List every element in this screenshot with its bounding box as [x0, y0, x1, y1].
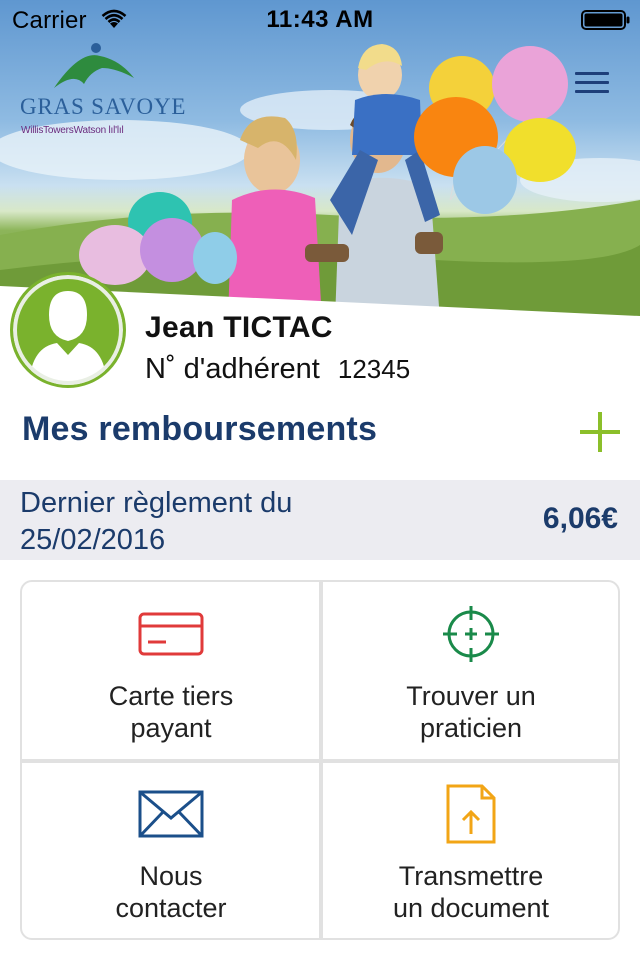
tile-label: Transmettre un document: [392, 861, 550, 923]
avatar[interactable]: [10, 272, 126, 388]
battery-icon: [581, 10, 630, 30]
upload-document-icon: [446, 784, 496, 844]
action-grid: Carte tiers payant Trouver un praticien …: [20, 580, 620, 940]
user-name: Jean TICTAC: [145, 311, 333, 344]
runner-logo-icon: [54, 43, 134, 88]
tile-label: Carte tiers payant: [108, 681, 234, 743]
last-payment-row[interactable]: Dernier règlement du 25/02/2016 6,06€: [0, 480, 640, 560]
hero-banner: Carrier 11:43 AM GRAS SAVOYE WillisTower…: [0, 0, 640, 320]
member-number-label: N˚ d'adhérent: [145, 353, 320, 385]
status-bar: Carrier 11:43 AM: [0, 0, 640, 40]
last-payment-amount: 6,06€: [542, 502, 618, 535]
crosshair-icon: [443, 606, 499, 662]
tile-label: Trouver un praticien: [406, 681, 536, 743]
tile-label: Nous contacter: [115, 861, 227, 923]
tile-nous-contacter[interactable]: Nous contacter: [22, 762, 320, 938]
plus-icon[interactable]: [578, 410, 622, 454]
tile-transmettre-document[interactable]: Transmettre un document: [322, 762, 618, 938]
tile-carte-tiers-payant[interactable]: Carte tiers payant: [22, 582, 320, 760]
member-number-value: 12345: [337, 354, 411, 384]
default-user-icon: [13, 275, 123, 385]
last-payment-label: Dernier règlement du 25/02/2016: [20, 487, 293, 556]
gras-savoye-logo: GRAS SAVOYE WillisTowersWatson lıl'lıl: [20, 42, 185, 142]
tile-trouver-praticien[interactable]: Trouver un praticien: [322, 582, 618, 760]
clock: 11:43 AM: [266, 6, 374, 33]
member-number-row: N˚ d'adhérent 12345: [145, 353, 410, 386]
brand-name: GRAS SAVOYE: [20, 94, 187, 119]
brand-subline: WillisTowersWatson lıl'lıl: [21, 125, 124, 136]
card-icon: [138, 612, 204, 656]
envelope-icon: [138, 790, 204, 838]
hamburger-menu-icon[interactable]: [575, 72, 609, 94]
section-title: Mes remboursements: [22, 410, 378, 448]
